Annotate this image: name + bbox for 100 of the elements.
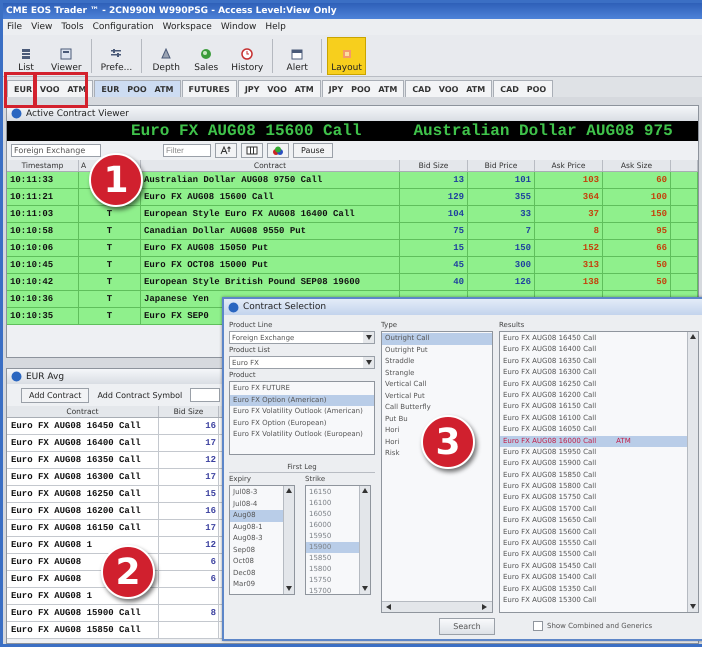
tab[interactable]: JPY POO ATM	[322, 80, 404, 97]
window-icon	[60, 48, 72, 60]
table-cell: 40	[453, 277, 464, 287]
table-cell: 8	[159, 605, 219, 621]
table-cell: Euro FX AUG08 15900 Call	[7, 605, 159, 621]
tab[interactable]: CAD VOO ATM	[405, 80, 492, 97]
table-cell: T	[106, 311, 112, 321]
dialog-title: Contract Selection	[243, 302, 326, 312]
toolbar-button[interactable]: Viewer	[47, 36, 86, 74]
arrow-icon[interactable]	[361, 585, 369, 593]
arrow-icon[interactable]	[689, 333, 697, 341]
table-cell: 15	[159, 486, 219, 502]
table-cell: T	[106, 260, 112, 270]
arrow-icon[interactable]	[285, 585, 293, 593]
table-cell: 17	[159, 469, 219, 485]
arrow-icon[interactable]	[689, 603, 697, 611]
color-button[interactable]	[267, 143, 289, 158]
toolbar-button[interactable]: Sales	[187, 36, 226, 74]
panel-title: EUR Avg	[26, 372, 64, 382]
arrow-icon[interactable]	[481, 603, 489, 611]
table-cell: 152	[582, 243, 599, 253]
table-cell: 15	[453, 243, 464, 253]
table-cell: 10:11:33	[10, 175, 54, 185]
search-button[interactable]: Search	[439, 618, 495, 634]
toolbar-button[interactable]: Layout	[327, 36, 366, 74]
table-cell: T	[106, 243, 112, 253]
table-cell: Euro FX AUG08 15850 Call	[7, 622, 159, 638]
table-cell: Euro FX AUG08 16250 Call	[7, 486, 159, 502]
menu-item[interactable]: Configuration	[92, 22, 154, 32]
menu-item[interactable]: View	[31, 22, 52, 32]
pause-button[interactable]: Pause	[293, 143, 333, 158]
scrollbar[interactable]	[382, 601, 492, 612]
arrow-icon[interactable]	[364, 358, 372, 366]
toolbar-button[interactable]: Depth	[147, 36, 186, 74]
table-cell: Euro FX AUG08 16200 Call	[7, 503, 159, 519]
table-cell: T	[106, 226, 112, 236]
table-cell: 66	[656, 243, 667, 253]
table-cell: 12	[159, 452, 219, 468]
calendar-icon	[291, 48, 304, 60]
table-cell: 37	[588, 209, 599, 219]
columns-button[interactable]	[241, 143, 263, 158]
table-cell: European Style British Pound SEP08 19600	[144, 277, 360, 287]
table-cell: European Style Euro FX AUG08 16400 Call	[144, 209, 355, 219]
menu-item[interactable]: File	[7, 22, 22, 32]
table-cell: 50	[656, 277, 667, 287]
table-cell: 17	[159, 435, 219, 451]
table-cell: 7	[526, 226, 531, 236]
table-cell: 10:10:45	[10, 260, 54, 270]
menu-item[interactable]: Workspace	[162, 22, 212, 32]
table-cell: Euro FX AUG08 15600 Call	[144, 192, 274, 202]
add-contract-button[interactable]: Add Contract	[21, 388, 90, 402]
table-cell: 8	[594, 226, 599, 236]
palette-icon	[272, 146, 284, 156]
scrollbar[interactable]	[687, 332, 698, 612]
table-cell: 101	[514, 175, 531, 185]
arrow-icon[interactable]	[364, 334, 372, 342]
arrow-icon[interactable]	[361, 487, 369, 495]
scrollbar[interactable]	[283, 486, 294, 594]
table-cell: 126	[514, 277, 531, 287]
table-cell: 16	[159, 503, 219, 519]
table-cell: T	[106, 294, 112, 304]
toolbar-button[interactable]: History	[227, 36, 268, 74]
panel-icon	[228, 302, 239, 312]
menu-item[interactable]: Tools	[61, 22, 84, 32]
tab[interactable]: FUTURES	[182, 80, 237, 97]
table-cell: 103	[582, 175, 599, 185]
table-cell: Euro FX SEP0	[144, 311, 209, 321]
table-cell: Euro FX AUG08 16300 Call	[7, 469, 159, 485]
toolbar-button[interactable]: Alert	[278, 36, 316, 74]
table-cell: 10:10:42	[10, 277, 54, 287]
symbol-field[interactable]	[190, 388, 220, 402]
table-cell: T	[106, 277, 112, 287]
table-cell: 75	[453, 226, 464, 236]
font-size-icon	[220, 146, 232, 155]
font-size-button[interactable]	[215, 143, 237, 158]
table-cell: Euro FX OCT08 15000 Put	[144, 260, 268, 270]
table-cell: 364	[582, 192, 599, 202]
scrollbar[interactable]	[359, 486, 370, 594]
table-cell: 150	[514, 243, 531, 253]
toolbar-button[interactable]: List	[7, 36, 45, 74]
product-dropdown[interactable]: Foreign Exchange	[11, 144, 101, 157]
table-cell: 50	[656, 260, 667, 270]
layout-icon	[340, 48, 353, 60]
tab[interactable]: CAD POO	[493, 80, 554, 97]
list-box[interactable]	[499, 331, 699, 613]
tab[interactable]: JPY VOO ATM	[238, 80, 321, 97]
tab[interactable]: EUR POO ATM	[94, 80, 180, 97]
table-cell: 6	[159, 571, 219, 587]
menu-item[interactable]: Window	[220, 22, 256, 32]
menu-item[interactable]: Help	[265, 22, 286, 32]
arrow-icon[interactable]	[285, 487, 293, 495]
table-cell: 12	[159, 537, 219, 553]
table-cell: 10:10:06	[10, 243, 54, 253]
toolbar-button[interactable]: Prefe...	[96, 36, 136, 74]
filter-field[interactable]: Filter	[163, 144, 211, 157]
table-cell: 60	[656, 175, 667, 185]
list-icon	[20, 48, 32, 60]
panel-icon	[11, 108, 22, 119]
arrow-icon[interactable]	[385, 603, 393, 611]
table-cell: Euro FX AUG08 16400 Call	[7, 435, 159, 451]
